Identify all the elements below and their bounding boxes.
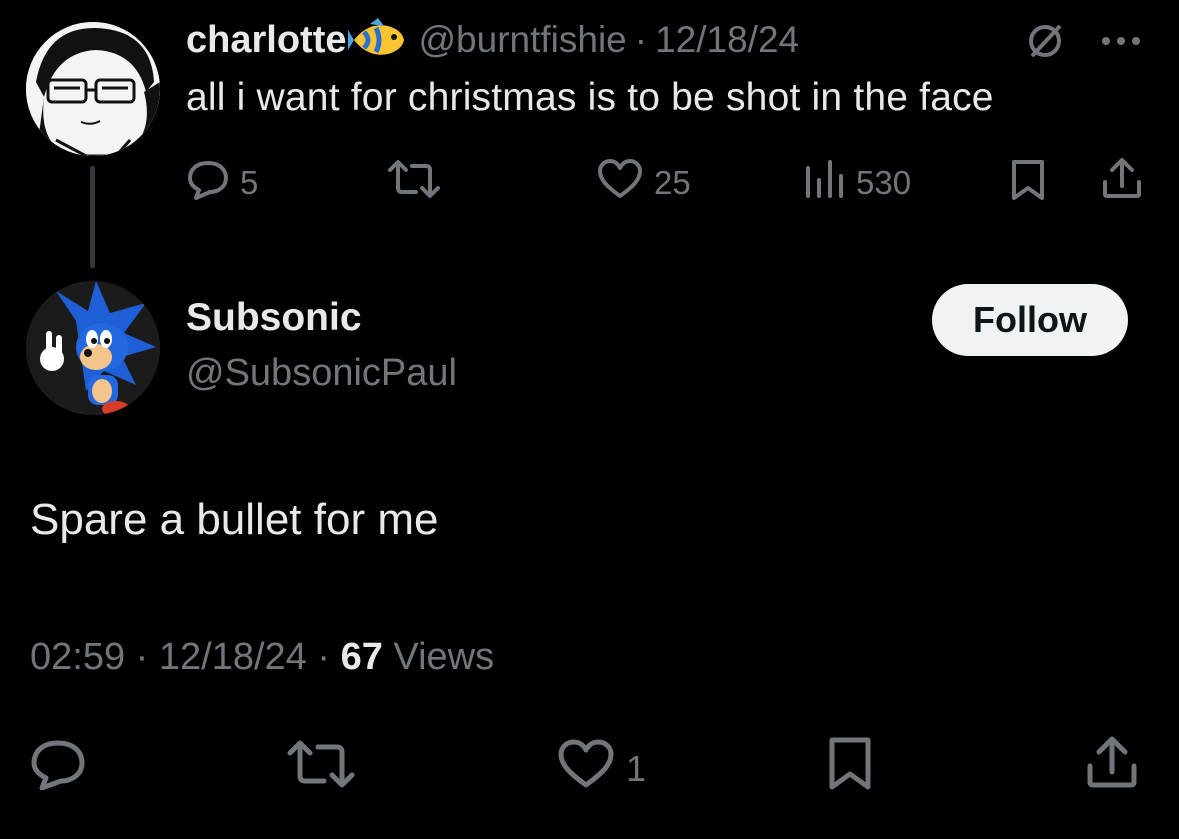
parent-header: charlotte @burntfishie · 12/18/24	[186, 14, 799, 66]
parent-avatar[interactable]	[26, 22, 160, 156]
thread-line	[90, 166, 95, 268]
bookmark-icon	[1008, 158, 1048, 210]
reply-time[interactable]: 02:59	[30, 636, 125, 678]
reply-views-count[interactable]: 67	[341, 636, 383, 678]
parent-like-button[interactable]: 25	[596, 158, 691, 208]
views-icon	[802, 158, 846, 208]
retweet-icon	[286, 738, 356, 798]
reply-views-label: Views	[393, 636, 495, 678]
reply-bookmark-button[interactable]	[826, 736, 874, 800]
parent-reply-count: 5	[240, 164, 259, 201]
parent-bookmark-button[interactable]	[1008, 158, 1048, 210]
dot-separator: ·	[317, 636, 331, 678]
follow-button[interactable]: Follow	[932, 284, 1128, 356]
parent-share-button[interactable]	[1100, 156, 1144, 208]
parent-display-name[interactable]: charlotte	[186, 19, 346, 62]
reply-metadata: 02:59 · 12/18/24 · 67 Views	[30, 636, 494, 679]
slash-icon[interactable]	[1024, 20, 1066, 62]
like-icon	[556, 738, 616, 799]
bookmark-icon	[826, 736, 874, 800]
reply-like-button[interactable]: 1	[556, 738, 646, 799]
more-icon[interactable]	[1096, 26, 1146, 56]
like-icon	[596, 158, 644, 208]
dot-separator: ·	[135, 636, 149, 678]
parent-retweet-button[interactable]	[386, 158, 442, 208]
reply-icon	[186, 158, 230, 208]
retweet-icon	[386, 158, 442, 208]
parent-reply-button[interactable]: 5	[186, 158, 258, 208]
reply-date[interactable]: 12/18/24	[159, 636, 307, 678]
parent-like-count: 25	[654, 164, 691, 201]
parent-views-count: 530	[856, 164, 912, 201]
reply-handle[interactable]: @SubsonicPaul	[186, 352, 457, 395]
parent-date[interactable]: 12/18/24	[655, 19, 799, 61]
fish-emoji	[348, 18, 408, 62]
parent-handle[interactable]: @burntfishie	[418, 19, 626, 61]
share-icon	[1084, 734, 1140, 798]
reply-avatar[interactable]	[26, 281, 160, 415]
parent-tweet-text: all i want for christmas is to be shot i…	[186, 76, 994, 119]
dot-separator: ·	[634, 19, 648, 60]
parent-views-button[interactable]: 530	[802, 158, 911, 208]
reply-reply-button[interactable]	[28, 738, 88, 798]
reply-retweet-button[interactable]	[286, 738, 356, 798]
reply-icon	[28, 738, 88, 798]
share-icon	[1100, 156, 1144, 208]
reply-display-name[interactable]: Subsonic	[186, 296, 362, 340]
reply-tweet-text: Spare a bullet for me	[30, 495, 439, 544]
reply-like-count: 1	[626, 747, 647, 789]
reply-share-button[interactable]	[1084, 734, 1140, 798]
